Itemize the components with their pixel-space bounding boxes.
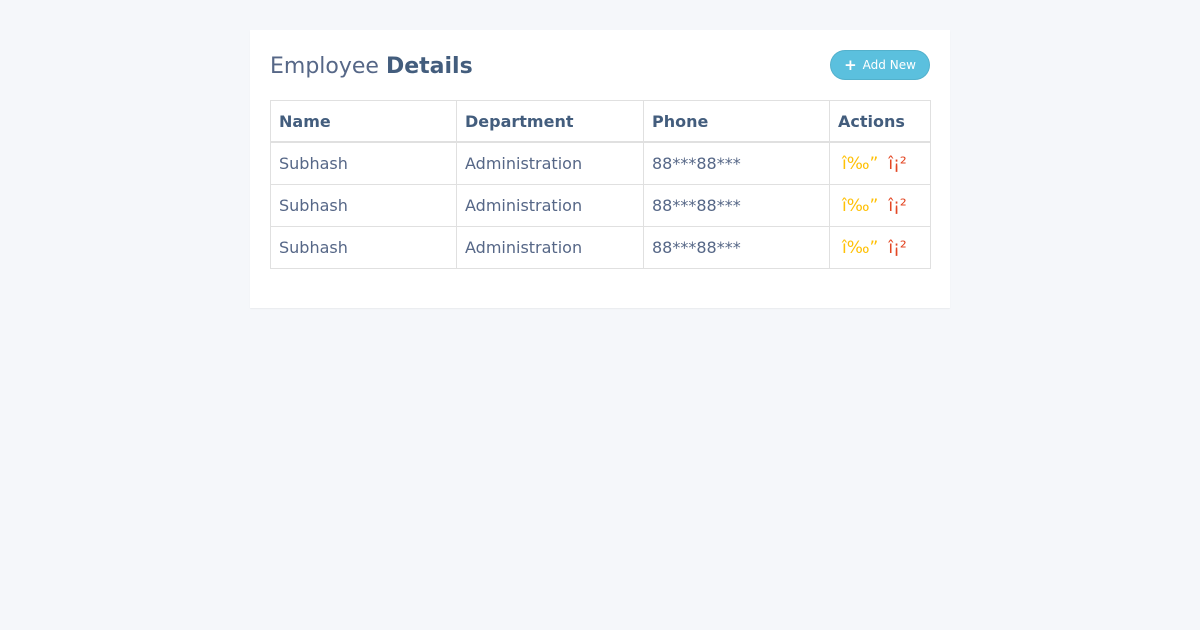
edit-icon[interactable]: î‰”	[842, 154, 878, 174]
cell-actions: î‰” î¡²	[829, 141, 931, 185]
column-header-name: Name	[270, 100, 457, 143]
table-row: Subhash Administration 88***88*** î‰” î¡²	[270, 226, 931, 269]
cell-department: Administration	[456, 184, 644, 227]
page-title: Employee Details	[270, 54, 473, 79]
edit-icon[interactable]: î‰”	[842, 238, 878, 258]
card-header: Employee Details + Add New	[270, 50, 930, 100]
title-bold: Details	[385, 54, 473, 79]
employee-table: Name Department Phone Actions Subhash Ad…	[270, 100, 931, 269]
column-header-department: Department	[456, 100, 644, 143]
table-header-row: Name Department Phone Actions	[270, 100, 931, 143]
employee-card: Employee Details + Add New Name Departme…	[250, 30, 950, 308]
cell-phone: 88***88***	[643, 184, 830, 227]
table-row: Subhash Administration 88***88*** î‰” î¡²	[270, 141, 931, 185]
table-row: Subhash Administration 88***88*** î‰” î¡²	[270, 184, 931, 227]
cell-phone: 88***88***	[643, 226, 830, 269]
cell-name: Subhash	[270, 184, 457, 227]
add-new-label: Add New	[862, 58, 916, 72]
delete-icon[interactable]: î¡²	[888, 196, 906, 216]
plus-icon: +	[844, 55, 857, 74]
cell-actions: î‰” î¡²	[829, 184, 931, 227]
delete-icon[interactable]: î¡²	[888, 238, 906, 258]
column-header-phone: Phone	[643, 100, 830, 143]
edit-icon[interactable]: î‰”	[842, 196, 878, 216]
add-new-button[interactable]: + Add New	[830, 50, 930, 80]
delete-icon[interactable]: î¡²	[888, 154, 906, 174]
cell-actions: î‰” î¡²	[829, 226, 931, 269]
title-regular: Employee	[270, 54, 379, 79]
cell-department: Administration	[456, 226, 644, 269]
cell-department: Administration	[456, 141, 644, 185]
column-header-actions: Actions	[829, 100, 931, 143]
cell-name: Subhash	[270, 226, 457, 269]
cell-name: Subhash	[270, 141, 457, 185]
cell-phone: 88***88***	[643, 141, 830, 185]
